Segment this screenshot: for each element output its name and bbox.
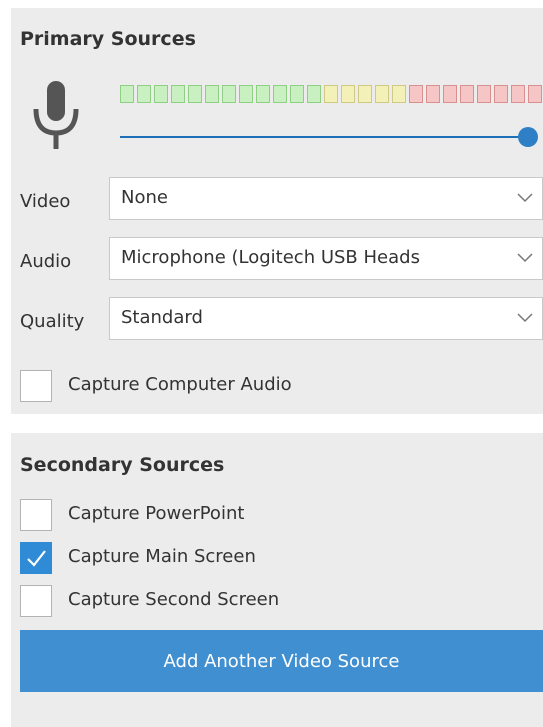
primary-sources-panel: Primary Sources Video None Audio Microph… [11, 8, 543, 414]
chevron-down-icon [517, 253, 533, 263]
capture-main-screen-label: Capture Main Screen [68, 546, 256, 567]
volume-slider-track[interactable] [120, 136, 530, 138]
level-meter-cell-yellow [392, 85, 406, 103]
video-select-value: None [121, 187, 168, 208]
audio-select-value: Microphone (Logitech USB Heads [121, 247, 420, 268]
level-meter-cell-red [409, 85, 423, 103]
level-meter-cell-red [460, 85, 474, 103]
secondary-sources-title: Secondary Sources [20, 454, 225, 476]
level-meter-cell-green [137, 85, 151, 103]
level-meter-cell-red [494, 85, 508, 103]
level-meter-cell-red [426, 85, 440, 103]
audio-label: Audio [20, 251, 72, 272]
level-meter-cell-yellow [375, 85, 389, 103]
add-another-video-source-button[interactable]: Add Another Video Source [20, 630, 543, 692]
video-label: Video [20, 191, 71, 212]
volume-slider-thumb[interactable] [518, 127, 538, 147]
microphone-icon [33, 81, 79, 149]
level-meter-cell-green [205, 85, 219, 103]
capture-computer-audio-checkbox[interactable] [20, 370, 52, 402]
capture-second-screen-checkbox[interactable] [20, 585, 52, 617]
level-meter-cell-green [154, 85, 168, 103]
level-meter-cell-red [443, 85, 457, 103]
level-meter-cell-green [222, 85, 236, 103]
level-meter-cell-yellow [341, 85, 355, 103]
chevron-down-icon [517, 313, 533, 323]
level-meter-cell-yellow [358, 85, 372, 103]
level-meter-cell-green [239, 85, 253, 103]
quality-select-value: Standard [121, 307, 203, 328]
primary-sources-title: Primary Sources [20, 28, 196, 50]
capture-powerpoint-checkbox[interactable] [20, 499, 52, 531]
capture-main-screen-checkbox[interactable] [20, 542, 52, 574]
video-select[interactable]: None [109, 177, 543, 220]
level-meter-cell-green [120, 85, 134, 103]
capture-computer-audio-label: Capture Computer Audio [68, 374, 292, 395]
capture-second-screen-label: Capture Second Screen [68, 589, 280, 610]
chevron-down-icon [517, 193, 533, 203]
audio-level-meter [120, 85, 543, 105]
secondary-sources-panel: Secondary Sources Capture PowerPoint Cap… [11, 433, 543, 727]
level-meter-cell-red [528, 85, 542, 103]
level-meter-cell-green [256, 85, 270, 103]
level-meter-cell-red [477, 85, 491, 103]
checkmark-icon [27, 550, 46, 567]
capture-powerpoint-label: Capture PowerPoint [68, 503, 245, 524]
quality-select[interactable]: Standard [109, 297, 543, 340]
level-meter-cell-green [188, 85, 202, 103]
level-meter-cell-red [511, 85, 525, 103]
level-meter-cell-yellow [324, 85, 338, 103]
audio-select[interactable]: Microphone (Logitech USB Heads [109, 237, 543, 280]
level-meter-cell-green [171, 85, 185, 103]
quality-label: Quality [20, 311, 85, 332]
level-meter-cell-green [307, 85, 321, 103]
level-meter-cell-green [273, 85, 287, 103]
level-meter-cell-green [290, 85, 304, 103]
